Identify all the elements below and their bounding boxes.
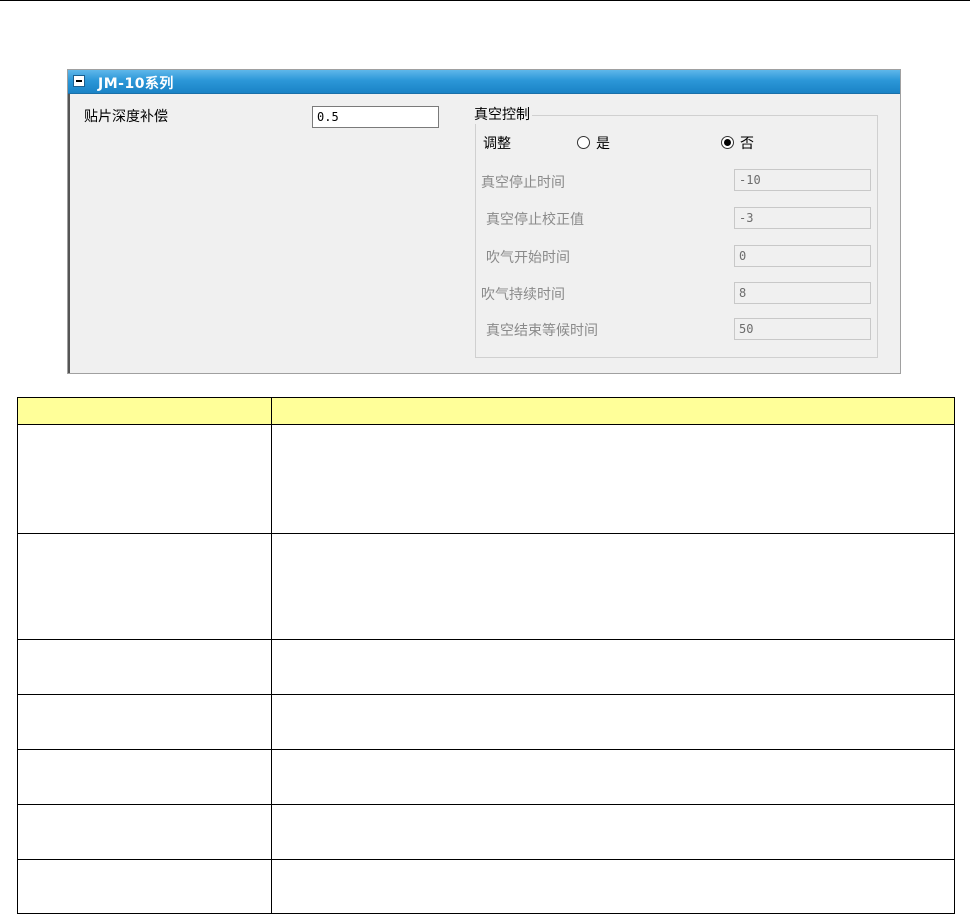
- collapse-icon[interactable]: [73, 75, 85, 87]
- radio-no-label[interactable]: 否: [740, 133, 754, 153]
- panel-title: JM-10系列: [98, 76, 174, 92]
- table-cell: [271, 424, 955, 534]
- table-row: [17, 639, 955, 695]
- table-header-cell: [17, 397, 272, 425]
- table-cell: [17, 639, 272, 695]
- table-cell: [271, 694, 955, 750]
- table-row: [17, 533, 955, 640]
- vacuum-end-wait-label: 真空结束等候时间: [486, 323, 598, 339]
- depth-comp-input[interactable]: 0.5: [312, 106, 439, 128]
- table-header-cell: [271, 397, 955, 425]
- table-cell: [271, 804, 955, 860]
- blow-start-time-label: 吹气开始时间: [486, 250, 570, 266]
- radio-no-indicator[interactable]: [721, 136, 734, 149]
- table-row: [17, 424, 955, 534]
- table-cell: [17, 533, 272, 640]
- table-cell: [17, 424, 272, 534]
- panel-left-border: [68, 94, 70, 373]
- parameter-table: [17, 397, 955, 914]
- vacuum-stop-correction-label: 真空停止校正值: [486, 212, 584, 228]
- top-divider: [0, 0, 970, 1]
- table-cell: [17, 694, 272, 750]
- radio-yes-label[interactable]: 是: [596, 133, 610, 153]
- vacuum-stop-time-label: 真空停止时间: [481, 175, 565, 191]
- table-cell: [271, 749, 955, 805]
- settings-panel: JM-10系列 贴片深度补偿 0.5 真空控制 调整 是 否 真空停止时间 -1…: [67, 69, 901, 374]
- table-cell: [17, 749, 272, 805]
- panel-header[interactable]: JM-10系列: [68, 70, 900, 94]
- table-cell: [271, 533, 955, 640]
- table-row: [17, 694, 955, 750]
- table-cell: [271, 859, 955, 914]
- table-cell: [271, 639, 955, 695]
- depth-comp-label: 贴片深度补偿: [84, 109, 168, 125]
- vacuum-stop-correction-input[interactable]: -3: [734, 207, 871, 229]
- vacuum-stop-time-input[interactable]: -10: [734, 169, 871, 191]
- table-row: [17, 749, 955, 805]
- table-cell: [17, 859, 272, 914]
- vacuum-group-title: 真空控制: [472, 104, 532, 124]
- table-header-row: [17, 397, 955, 425]
- radio-yes-indicator[interactable]: [577, 136, 590, 149]
- vacuum-end-wait-input[interactable]: 50: [734, 318, 871, 340]
- blow-duration-input[interactable]: 8: [734, 282, 871, 304]
- table-row: [17, 859, 955, 914]
- blow-start-time-input[interactable]: 0: [734, 245, 871, 267]
- blow-duration-label: 吹气持续时间: [481, 287, 565, 303]
- table-cell: [17, 804, 272, 860]
- adjust-label: 调整: [483, 136, 511, 152]
- table-row: [17, 804, 955, 860]
